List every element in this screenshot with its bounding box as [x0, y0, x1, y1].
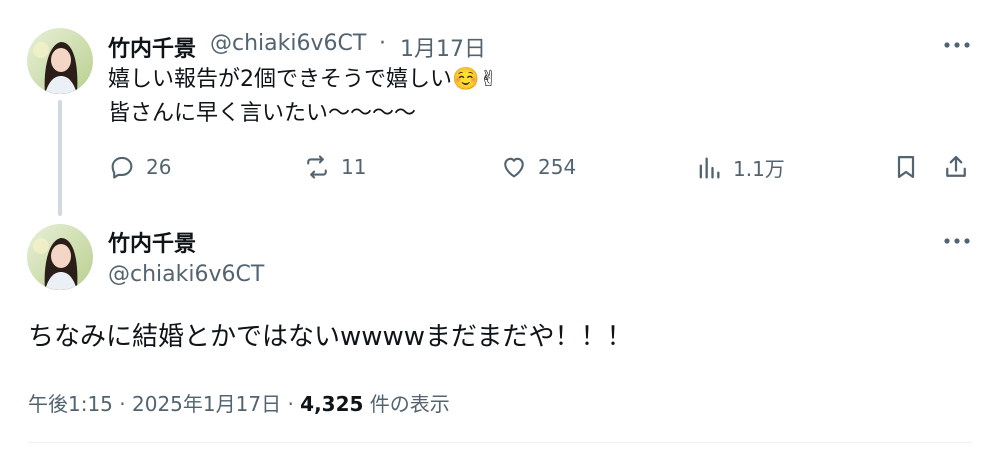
reply-count: 26 [146, 155, 172, 179]
avatar-image [27, 224, 93, 290]
reply-icon [111, 156, 133, 179]
meta-separator: · [287, 392, 294, 416]
reply-action[interactable]: 26 [108, 153, 171, 181]
thread-connector-line [58, 100, 62, 216]
main-author-handle[interactable]: @chiaki6v6CT [108, 262, 264, 287]
reply-more-button[interactable] [942, 34, 972, 54]
avatar[interactable] [27, 28, 93, 94]
views-bar-chart-icon [699, 157, 720, 178]
more-horizontal-icon [944, 42, 970, 48]
bookmark-icon [897, 155, 915, 179]
view-label: 件の表示 [369, 392, 450, 416]
reply-text-main: 嬉しい報告が2個できそうで嬉しい [108, 67, 452, 92]
reply-author-name[interactable]: 竹内千景 [108, 31, 196, 63]
reply-date[interactable]: 1月17日 [400, 31, 486, 63]
avatar[interactable] [27, 224, 93, 290]
like-action[interactable]: 254 [500, 153, 576, 181]
repost-count: 11 [341, 155, 367, 179]
more-horizontal-icon [944, 238, 970, 244]
like-count: 254 [538, 155, 577, 179]
reply-author-handle[interactable]: @chiaki6v6CT [210, 31, 366, 56]
view-count[interactable]: 4,325 [300, 392, 363, 416]
meta-separator: · [119, 392, 126, 416]
avatar-image [27, 28, 93, 94]
tweet-time[interactable]: 午後1:15 [28, 392, 113, 416]
reply-separator: · [379, 31, 386, 56]
main-author-name[interactable]: 竹内千景 [108, 226, 196, 258]
views-count: 1.1万 [733, 157, 785, 181]
reply-text-line1: 嬉しい報告が2個できそうで嬉しい☺️✌ [108, 64, 498, 96]
share-button[interactable] [942, 153, 970, 181]
divider [28, 442, 972, 443]
smiling-face-emoji: ☺️ [452, 67, 480, 92]
tweet-metadata: 午後1:15 · 2025年1月17日 · 4,325 件の表示 [28, 388, 450, 417]
victory-hand-emoji: ✌ [479, 67, 498, 92]
main-tweet-text: ちなみに結婚とかではないwwwwまだまだや！！！ [28, 322, 633, 352]
reply-text-line2: 皆さんに早く言いたい〜〜〜〜 [108, 101, 417, 126]
tweet-date[interactable]: 2025年1月17日 [132, 392, 281, 416]
bookmark-button[interactable] [892, 153, 920, 181]
main-more-button[interactable] [942, 230, 972, 250]
share-icon [946, 155, 966, 177]
repost-icon [307, 155, 327, 179]
heart-icon [504, 157, 524, 178]
repost-action[interactable]: 11 [303, 153, 366, 181]
views-action[interactable]: 1.1万 [695, 153, 785, 182]
